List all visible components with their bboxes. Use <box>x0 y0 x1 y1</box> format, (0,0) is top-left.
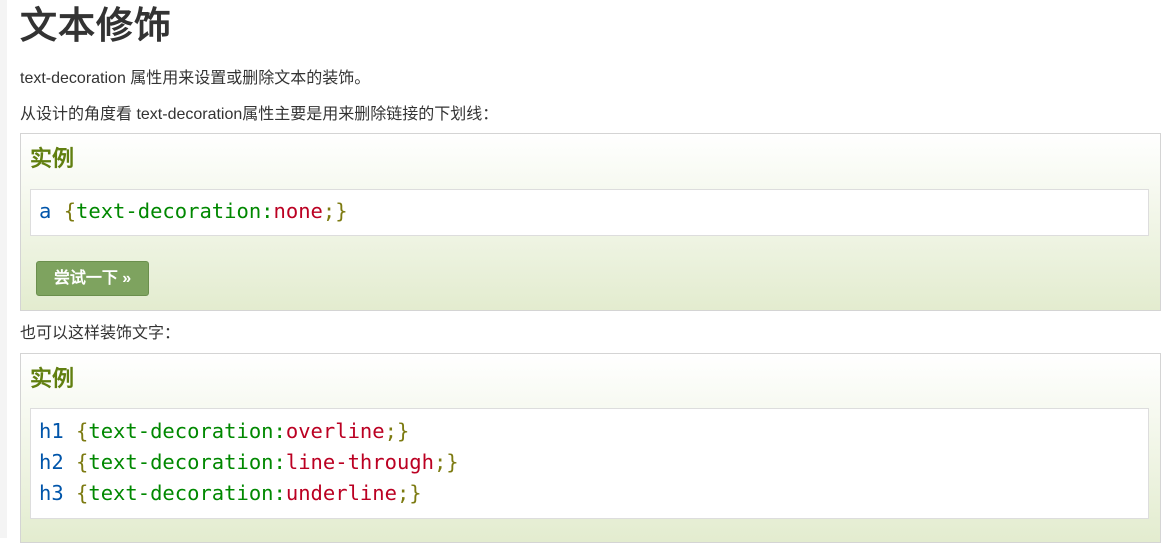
example-box-1: 实例 a {text-decoration:none;} 尝试一下 » <box>20 133 1161 311</box>
code-brace-open: { <box>63 199 77 223</box>
code-value: line-through <box>285 450 434 474</box>
example-heading: 实例 <box>30 366 75 391</box>
code-selector: h2 <box>39 450 64 474</box>
code-brace-close: ;} <box>433 450 459 474</box>
code-selector: h1 <box>39 419 64 443</box>
code-line: h1 {text-decoration:overline;} <box>39 416 1140 447</box>
code-property: text-decoration: <box>88 450 286 474</box>
code-block: h1 {text-decoration:overline;} h2 {text-… <box>30 408 1149 519</box>
intro-paragraph-3: 也可以这样装饰文字： <box>20 325 181 342</box>
code-brace-open: { <box>76 481 89 505</box>
example-heading: 实例 <box>30 146 75 171</box>
code-value: underline <box>285 481 397 505</box>
code-line: a {text-decoration:none;} <box>39 196 1140 227</box>
page-title: 文本修饰 <box>20 5 172 46</box>
code-brace-open: { <box>76 419 89 443</box>
code-value: none <box>273 199 323 223</box>
code-property: text-decoration: <box>76 199 274 223</box>
code-brace-close: ;} <box>384 419 410 443</box>
example-box-2: 实例 h1 {text-decoration:overline;} h2 {te… <box>20 353 1161 543</box>
code-block: a {text-decoration:none;} <box>30 189 1149 236</box>
code-selector: a <box>39 199 52 223</box>
code-brace-open: { <box>76 450 89 474</box>
code-line: h3 {text-decoration:underline;} <box>39 478 1140 509</box>
try-it-button[interactable]: 尝试一下 » <box>36 261 149 296</box>
code-value: overline <box>285 419 385 443</box>
left-sidebar-edge <box>0 0 7 538</box>
code-property: text-decoration: <box>88 419 286 443</box>
code-brace-close: ;} <box>396 481 422 505</box>
code-brace-close: ;} <box>322 199 348 223</box>
code-line: h2 {text-decoration:line-through;} <box>39 447 1140 478</box>
intro-paragraph-2: 从设计的角度看 text-decoration属性主要是用来删除链接的下划线： <box>20 106 499 123</box>
code-property: text-decoration: <box>88 481 286 505</box>
code-selector: h3 <box>39 481 64 505</box>
intro-paragraph: text-decoration 属性用来设置或删除文本的装饰。 <box>20 70 371 87</box>
